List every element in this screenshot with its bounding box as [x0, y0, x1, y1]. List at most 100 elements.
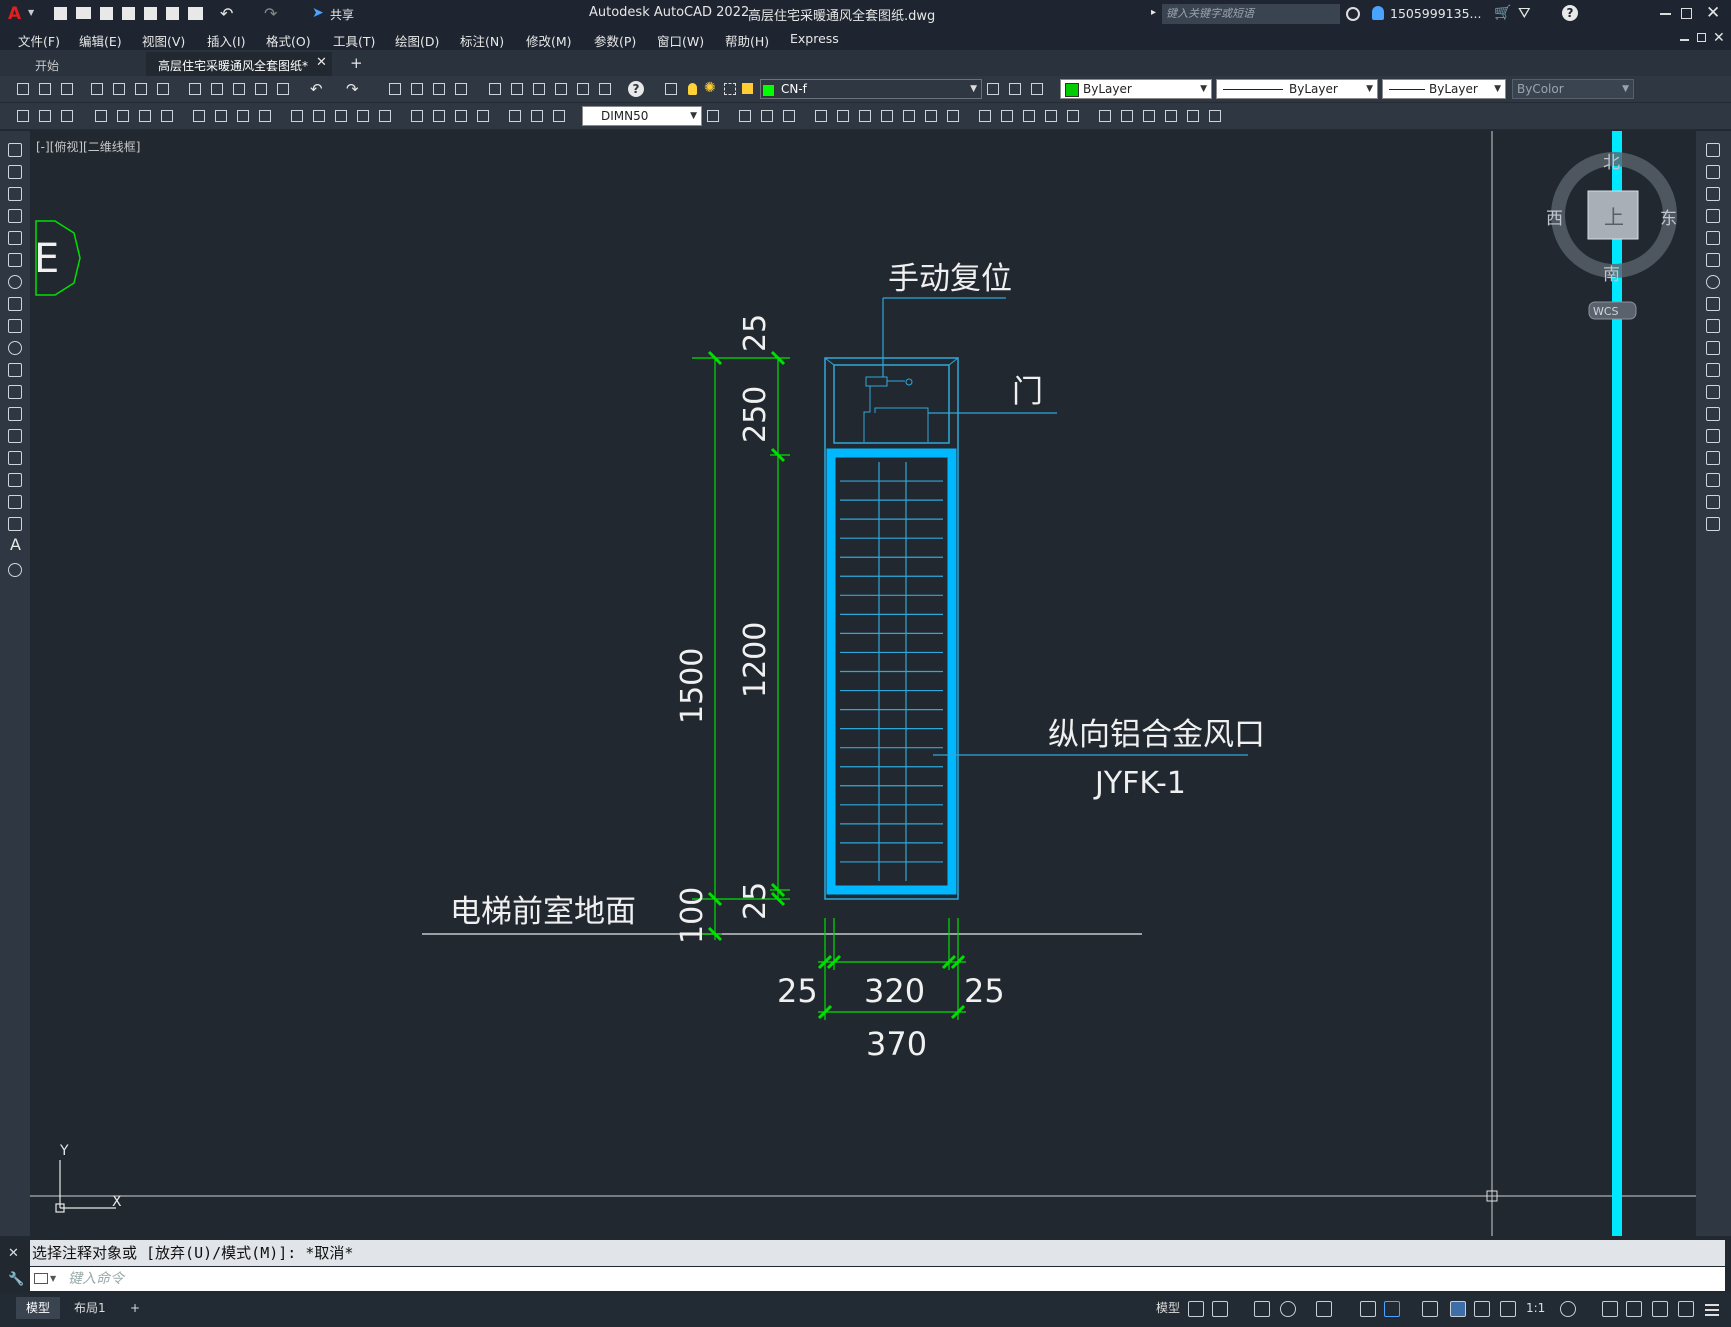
match-properties-icon[interactable] — [252, 80, 270, 98]
menu-draw[interactable]: 绘图(D) — [395, 31, 439, 50]
minimize-icon[interactable] — [1660, 13, 1671, 15]
workspace-gear-icon[interactable] — [1560, 1301, 1576, 1317]
tolerance-icon[interactable] — [408, 107, 426, 125]
user-icon[interactable] — [1372, 6, 1384, 20]
linetype-dropdown[interactable]: ByLayer ▼ — [1216, 79, 1378, 99]
mirror-icon[interactable] — [1706, 187, 1720, 201]
menu-dimension[interactable]: 标注(N) — [460, 31, 504, 50]
layer-on-icon[interactable] — [688, 83, 697, 95]
arc-icon[interactable] — [8, 253, 22, 267]
compass-south[interactable]: 南 — [1603, 265, 1620, 285]
trim-icon[interactable] — [1706, 341, 1720, 355]
command-input[interactable]: ▼ 键入命令 — [30, 1267, 1725, 1291]
user-name[interactable]: 1505999135... — [1390, 6, 1481, 21]
tab-start[interactable]: 开始 — [0, 52, 146, 76]
object-snap-icon[interactable] — [1384, 1301, 1400, 1317]
dim-edit-icon[interactable] — [14, 107, 32, 125]
calculator-icon[interactable] — [596, 80, 614, 98]
app-menu-arrow-icon[interactable]: ▼ — [28, 8, 34, 17]
dim-reassociate-icon[interactable] — [550, 107, 568, 125]
cart-icon[interactable]: 🛒 — [1494, 5, 1511, 21]
open-web-icon[interactable] — [144, 7, 157, 20]
chevron-down-icon[interactable]: ▼ — [50, 1267, 56, 1291]
add-selected-icon[interactable] — [8, 563, 22, 577]
menu-file[interactable]: 文件(F) — [18, 31, 60, 50]
layer-properties-icon[interactable] — [662, 80, 680, 98]
explode-icon[interactable] — [1064, 107, 1082, 125]
layer-thaw-icon[interactable]: ✺ — [704, 80, 716, 96]
units-icon[interactable] — [1626, 1301, 1642, 1317]
menu-insert[interactable]: 插入(I) — [207, 31, 245, 50]
dimstyle-dropdown[interactable]: DIMN50 ▼ — [582, 106, 702, 126]
dim-1200[interactable]: 1200 — [738, 622, 773, 698]
command-customize-icon[interactable]: 🔧 — [8, 1272, 24, 1287]
redo-icon[interactable]: ↷ — [346, 80, 359, 98]
baseline-dim-icon[interactable] — [310, 107, 328, 125]
radius-dim-icon[interactable] — [190, 107, 208, 125]
layer-viewport-icon[interactable] — [724, 83, 736, 95]
stretch-icon[interactable] — [900, 107, 918, 125]
menu-parametric[interactable]: 参数(P) — [594, 31, 636, 50]
rotate-icon[interactable] — [1706, 275, 1720, 289]
line-icon[interactable] — [8, 143, 22, 157]
copy-object-icon[interactable] — [736, 107, 754, 125]
dim-25-bottom[interactable]: 25 — [738, 882, 773, 920]
fillet-icon[interactable] — [1042, 107, 1060, 125]
doc-restore-icon[interactable] — [1697, 33, 1706, 42]
linear-dim-icon[interactable] — [92, 107, 110, 125]
scale-icon[interactable] — [878, 107, 896, 125]
object-snap-tracking-icon[interactable] — [1360, 1301, 1376, 1317]
make-current-layer-icon[interactable] — [984, 80, 1002, 98]
customization-menu-icon[interactable] — [1704, 1301, 1720, 1317]
dim-25-top[interactable]: 25 — [738, 314, 773, 352]
gradient-icon[interactable] — [8, 473, 22, 487]
dim-tedit-icon[interactable] — [528, 107, 546, 125]
offset-icon[interactable] — [780, 107, 798, 125]
polygon-icon[interactable] — [8, 209, 22, 223]
center-mark-icon[interactable] — [430, 107, 448, 125]
auto-scale-icon[interactable] — [1474, 1301, 1490, 1317]
ortho-icon[interactable] — [1254, 1301, 1270, 1317]
join-icon[interactable] — [1706, 429, 1720, 443]
break-icon[interactable] — [976, 107, 994, 125]
ungroup-icon[interactable] — [1118, 107, 1136, 125]
dim-space-icon[interactable] — [354, 107, 372, 125]
polar-icon[interactable] — [1280, 1301, 1296, 1317]
share-label[interactable]: 共享 — [330, 6, 354, 23]
drawing-canvas[interactable]: [-][俯视][二维线框] E 手动复位 门 纵向铝合金风口 JYFK-1 电梯… — [30, 131, 1696, 1236]
point-icon[interactable] — [8, 429, 22, 443]
dim-100[interactable]: 100 — [675, 887, 710, 944]
compass-west[interactable]: 西 — [1546, 209, 1563, 229]
design-center-icon[interactable] — [508, 80, 526, 98]
recent-commands-icon[interactable] — [34, 1273, 48, 1284]
dim-25-right[interactable]: 25 — [964, 972, 1005, 1010]
maximize-icon[interactable] — [1681, 8, 1692, 19]
redo-icon[interactable]: ↷ — [264, 4, 277, 23]
join-icon[interactable] — [998, 107, 1016, 125]
hatch-icon[interactable] — [8, 451, 22, 465]
dim-break-icon[interactable] — [376, 107, 394, 125]
new-file-icon[interactable] — [54, 7, 67, 20]
explode-icon[interactable] — [1706, 517, 1720, 531]
door-label[interactable]: 门 — [1012, 374, 1043, 410]
annotation-scale-value[interactable]: 1:1 — [1516, 1297, 1555, 1319]
copy-icon[interactable] — [208, 80, 226, 98]
grid-icon[interactable] — [1188, 1301, 1204, 1317]
floor-label[interactable]: 电梯前室地面 — [450, 894, 636, 930]
isodraft-icon[interactable] — [1316, 1301, 1332, 1317]
cut-icon[interactable] — [186, 80, 204, 98]
copy-icon[interactable] — [1706, 165, 1720, 179]
paste-icon[interactable] — [230, 80, 248, 98]
share-icon[interactable]: ➤ — [312, 5, 324, 21]
dim-update-icon[interactable] — [36, 107, 54, 125]
autocad-logo-icon[interactable]: A — [8, 4, 21, 24]
rotate-icon[interactable] — [856, 107, 874, 125]
ordinate-dim-icon[interactable] — [158, 107, 176, 125]
erase-icon[interactable] — [1706, 143, 1720, 157]
compass-east[interactable]: 东 — [1660, 209, 1677, 229]
command-close-icon[interactable]: ✕ — [8, 1246, 19, 1261]
autodesk-app-icon[interactable]: ⛛ — [1518, 4, 1531, 22]
stretch-icon[interactable] — [1706, 319, 1720, 333]
quick-properties-icon[interactable] — [1652, 1301, 1668, 1317]
draw-order-icon[interactable] — [1184, 107, 1202, 125]
